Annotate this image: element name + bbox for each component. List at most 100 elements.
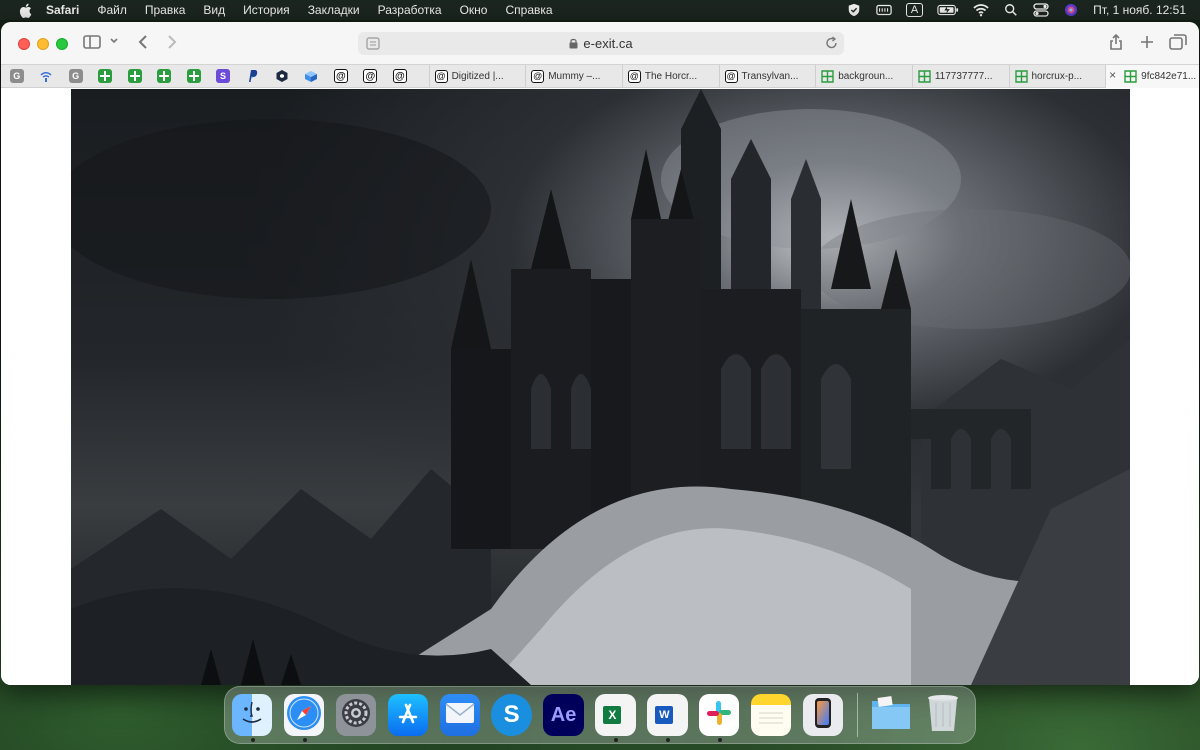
pinned-tab[interactable]: @: [326, 65, 355, 88]
pinned-tab[interactable]: S: [208, 65, 237, 88]
tab-title: Mummy –...: [548, 70, 601, 82]
tab-title: The Horcr...: [644, 70, 698, 82]
dock-separator: [856, 693, 858, 737]
browser-tab[interactable]: @ Transylvan...: [718, 64, 816, 88]
close-tab-icon[interactable]: ×: [1109, 68, 1116, 82]
siri-icon[interactable]: [1063, 3, 1079, 17]
dock-iphone-mirroring[interactable]: [802, 694, 844, 736]
menu-bookmarks[interactable]: Закладки: [308, 3, 360, 17]
browser-tab[interactable]: @ Mummy –...: [525, 64, 622, 88]
dock-excel[interactable]: X: [595, 694, 636, 742]
pinned-tab[interactable]: @: [356, 65, 385, 88]
browser-tab-active[interactable]: × 9fc842e71...: [1105, 64, 1199, 88]
tab-bar: G G S @ @ @ @ Digitized |... @ Mummy –..…: [1, 64, 1199, 88]
wifi-icon[interactable]: [973, 3, 989, 17]
sheets-icon: [186, 69, 201, 83]
paypal-icon: [245, 69, 259, 83]
address-bar[interactable]: e-exit.ca: [358, 32, 844, 55]
zoom-window-button[interactable]: [56, 38, 68, 50]
dock-safari[interactable]: [283, 694, 325, 742]
tab-overview-icon[interactable]: [1169, 34, 1187, 50]
pinned-tab[interactable]: [149, 65, 178, 88]
pinned-tab[interactable]: @: [385, 65, 414, 88]
pinned-tab[interactable]: G: [61, 65, 90, 88]
back-button-icon[interactable]: [137, 34, 149, 50]
chevron-down-icon[interactable]: [109, 37, 119, 45]
battery-icon[interactable]: [937, 3, 959, 17]
browser-tab[interactable]: backgroun...: [815, 64, 912, 88]
page-menu-icon[interactable]: [366, 37, 380, 53]
dock-system-settings[interactable]: [335, 694, 377, 736]
dock-after-effects[interactable]: Ae: [543, 694, 584, 736]
pinned-tab[interactable]: [120, 65, 149, 88]
pinned-tab[interactable]: [297, 65, 326, 88]
notes-icon: [756, 701, 786, 730]
at-icon: @: [392, 69, 407, 83]
spotlight-search-icon[interactable]: [1003, 3, 1019, 17]
browser-tab[interactable]: horcrux-p...: [1008, 64, 1106, 88]
dock-app-store[interactable]: [387, 694, 429, 736]
pinned-tab[interactable]: [179, 65, 208, 88]
dock-word[interactable]: W: [647, 694, 688, 742]
g-icon: G: [68, 69, 83, 83]
minimize-window-button[interactable]: [37, 38, 49, 50]
tab-title: 9fc842e71...: [1141, 70, 1197, 82]
at-icon: @: [333, 69, 348, 83]
sheets-icon: [127, 69, 142, 83]
at-icon: @: [531, 69, 545, 83]
skype-icon: S: [503, 701, 520, 728]
sheets-icon: [821, 69, 834, 83]
dock-slack[interactable]: [699, 694, 740, 742]
dock-downloads-folder[interactable]: [870, 694, 912, 736]
menu-window[interactable]: Окно: [460, 3, 488, 17]
dock-finder[interactable]: [232, 694, 273, 742]
input-source-icon[interactable]: A: [905, 3, 924, 17]
menu-clock[interactable]: Пт, 1 нояб. 12:51: [1093, 3, 1186, 17]
running-indicator: [666, 738, 671, 742]
gothic-castle-image: [71, 89, 1130, 685]
dock-skype[interactable]: S: [491, 694, 532, 736]
menu-bar: Safari Файл Правка Вид История Закладки …: [0, 0, 1200, 20]
running-indicator: [718, 738, 723, 742]
menu-help[interactable]: Справка: [505, 3, 552, 17]
menu-edit[interactable]: Правка: [145, 3, 186, 17]
address-text: e-exit.ca: [583, 36, 633, 51]
menu-app-name[interactable]: Safari: [46, 3, 79, 17]
browser-tab[interactable]: @ The Horcr...: [621, 64, 719, 88]
menu-file[interactable]: Файл: [97, 3, 127, 17]
safari-icon: [285, 694, 323, 737]
browser-tab[interactable]: @ Digitized |...: [428, 64, 526, 88]
word-icon: W: [655, 706, 674, 724]
share-icon[interactable]: [1108, 33, 1124, 51]
menu-history[interactable]: История: [243, 3, 290, 17]
sheets-icon: [98, 69, 113, 83]
dock-mail[interactable]: [439, 694, 480, 736]
control-center-icon[interactable]: [1033, 3, 1049, 17]
sidebar-toggle-icon[interactable]: [83, 34, 101, 50]
pinned-tab[interactable]: [238, 65, 267, 88]
pinned-tab[interactable]: G: [2, 65, 31, 88]
tab-title: Digitized |...: [451, 70, 504, 82]
s-icon: S: [216, 69, 231, 83]
reload-icon[interactable]: [825, 36, 838, 53]
excel-icon: X: [603, 706, 622, 724]
dock-trash[interactable]: [923, 694, 963, 736]
sheets-icon: [1124, 69, 1137, 83]
new-tab-icon[interactable]: [1139, 34, 1155, 50]
sheets-icon: [157, 69, 172, 83]
pinned-tab[interactable]: [267, 65, 296, 88]
close-window-button[interactable]: [18, 38, 30, 50]
menu-view[interactable]: Вид: [203, 3, 225, 17]
tab-title: horcrux-p...: [1031, 70, 1083, 82]
trash-icon: [926, 693, 960, 738]
dock-notes[interactable]: [750, 694, 792, 736]
vpn-shield-icon[interactable]: [846, 3, 862, 17]
forward-button-icon[interactable]: [166, 34, 178, 50]
apple-menu-icon[interactable]: [16, 3, 34, 18]
running-indicator: [302, 738, 307, 742]
pinned-tab[interactable]: [31, 65, 60, 88]
pinned-tab[interactable]: [90, 65, 119, 88]
menu-develop[interactable]: Разработка: [378, 3, 442, 17]
browser-tab[interactable]: 117737777...: [911, 64, 1009, 88]
menu-extra-icon[interactable]: [876, 3, 892, 17]
